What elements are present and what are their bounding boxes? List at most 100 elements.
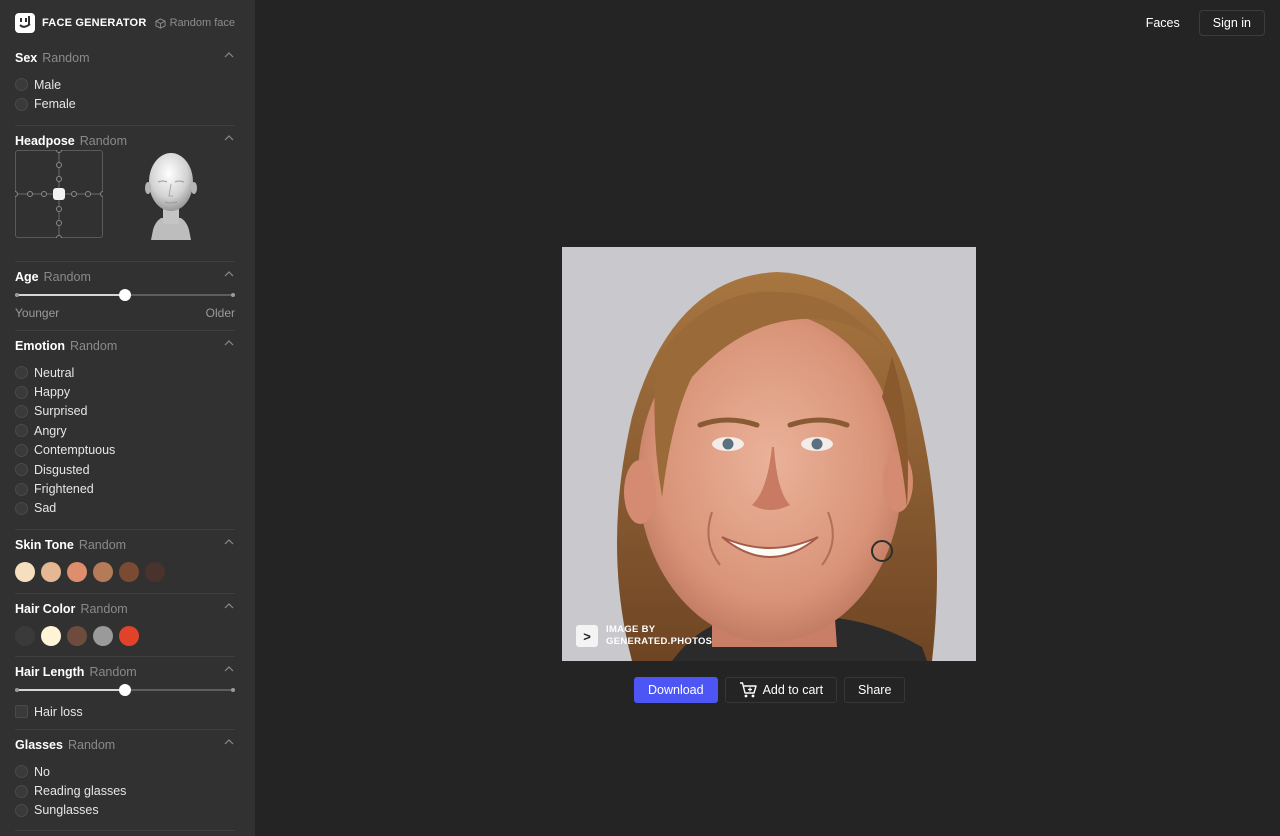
slider-end-dot <box>15 688 19 692</box>
option-label: Contemptuous <box>34 443 116 458</box>
radio-button[interactable] <box>15 501 28 515</box>
divider <box>15 830 235 831</box>
sign-in-button[interactable]: Sign in <box>1198 10 1265 36</box>
chevron-up-icon[interactable] <box>224 666 234 672</box>
color-swatch[interactable] <box>67 626 87 646</box>
random-face-button[interactable]: Random face <box>155 17 235 29</box>
random-face-label: Random face <box>169 17 235 29</box>
option-label: Male <box>34 77 62 92</box>
section-header[interactable]: Emotion Random <box>15 337 235 355</box>
divider <box>15 261 235 262</box>
color-swatch[interactable] <box>119 626 139 646</box>
download-button[interactable]: Download <box>634 677 718 703</box>
chevron-up-icon[interactable] <box>224 52 234 58</box>
color-swatch[interactable] <box>41 626 61 646</box>
color-swatch[interactable] <box>41 562 61 582</box>
share-button[interactable]: Share <box>844 677 906 703</box>
section-subtitle: Random <box>80 602 128 616</box>
radio-button[interactable] <box>15 385 28 399</box>
hair-loss-option[interactable]: Hair loss <box>15 702 235 721</box>
age-slider[interactable] <box>15 288 235 302</box>
slider-fill <box>15 689 125 691</box>
slider-max-label: Older <box>205 306 235 320</box>
radio-option[interactable]: Happy <box>15 382 235 401</box>
hair-color-swatches <box>15 626 235 646</box>
radio-button[interactable] <box>15 78 28 92</box>
brand-title[interactable]: FACE GENERATOR <box>42 17 146 29</box>
color-swatch[interactable] <box>93 626 113 646</box>
radio-option[interactable]: Frightened <box>15 479 235 498</box>
section-header[interactable]: Age Random <box>15 268 235 286</box>
color-swatch[interactable] <box>67 562 87 582</box>
section-header[interactable]: Skin Tone Random <box>15 536 235 554</box>
section-subtitle: Random <box>89 665 137 679</box>
radio-button[interactable] <box>15 424 28 438</box>
watermark-line2: GENERATED.PHOTOS <box>606 636 713 647</box>
color-swatch[interactable] <box>15 626 35 646</box>
color-swatch[interactable] <box>145 562 165 582</box>
radio-option[interactable]: Angry <box>15 421 235 440</box>
chevron-up-icon[interactable] <box>224 739 234 745</box>
radio-option[interactable]: Sunglasses <box>15 801 235 820</box>
radio-option[interactable]: Disgusted <box>15 460 235 479</box>
section-emotion: Emotion Random Neutral Happy Surprised An… <box>15 337 235 518</box>
slider-end-dot <box>231 293 235 297</box>
section-subtitle: Random <box>42 51 90 65</box>
radio-button[interactable] <box>15 803 28 817</box>
radio-option[interactable]: Contemptuous <box>15 441 235 460</box>
slider-thumb[interactable] <box>119 684 131 696</box>
chevron-up-icon[interactable] <box>224 135 234 141</box>
slider-fill <box>15 294 125 296</box>
headpose-pad[interactable] <box>15 150 103 238</box>
radio-button[interactable] <box>15 443 28 457</box>
radio-button[interactable] <box>15 97 28 111</box>
hair-loss-checkbox[interactable] <box>15 705 28 719</box>
color-swatch[interactable] <box>93 562 113 582</box>
chevron-up-icon[interactable] <box>224 603 234 609</box>
radio-option[interactable]: Sad <box>15 499 235 518</box>
radio-option[interactable]: Female <box>15 94 235 113</box>
radio-button[interactable] <box>15 482 28 496</box>
option-label: No <box>34 764 50 779</box>
radio-option[interactable]: Male <box>15 75 235 94</box>
section-headpose: Headpose Random <box>15 132 235 252</box>
chevron-up-icon[interactable] <box>224 340 234 346</box>
divider <box>15 529 235 530</box>
chevron-up-icon[interactable] <box>224 271 234 277</box>
section-skin-tone: Skin Tone Random <box>15 536 235 582</box>
option-label: Happy <box>34 385 71 400</box>
radio-option[interactable]: No <box>15 762 235 781</box>
faces-link[interactable]: Faces <box>1133 10 1193 36</box>
color-swatch[interactable] <box>15 562 35 582</box>
radio-button[interactable] <box>15 784 28 798</box>
section-header[interactable]: Sex Random <box>15 49 235 67</box>
chevron-up-icon[interactable] <box>224 539 234 545</box>
cart-icon <box>739 682 757 698</box>
divider <box>15 729 235 730</box>
add-to-cart-button[interactable]: Add to cart <box>724 677 838 703</box>
section-title: Glasses <box>15 738 63 752</box>
hair-length-slider[interactable] <box>15 683 235 697</box>
radio-option[interactable]: Surprised <box>15 402 235 421</box>
skin-tone-swatches <box>15 562 235 582</box>
radio-option[interactable]: Reading glasses <box>15 781 235 800</box>
radio-option[interactable]: Neutral <box>15 363 235 382</box>
headpose-handle[interactable] <box>53 188 65 200</box>
option-label: Reading glasses <box>34 784 127 799</box>
section-header[interactable]: Headpose Random <box>15 132 235 150</box>
section-title: Age <box>15 270 39 284</box>
section-header[interactable]: Hair Length Random <box>15 663 235 681</box>
section-header[interactable]: Hair Color Random <box>15 600 235 618</box>
radio-button[interactable] <box>15 404 28 418</box>
section-subtitle: Random <box>67 738 116 752</box>
logo-icon[interactable] <box>15 13 35 33</box>
section-subtitle: Random <box>70 339 118 353</box>
add-to-cart-label: Add to cart <box>762 683 824 697</box>
radio-button[interactable] <box>15 765 28 779</box>
section-header[interactable]: Glasses Random <box>15 736 235 754</box>
color-swatch[interactable] <box>119 562 139 582</box>
slider-thumb[interactable] <box>119 289 131 301</box>
divider <box>15 593 235 594</box>
radio-button[interactable] <box>15 463 28 477</box>
radio-button[interactable] <box>15 366 28 380</box>
